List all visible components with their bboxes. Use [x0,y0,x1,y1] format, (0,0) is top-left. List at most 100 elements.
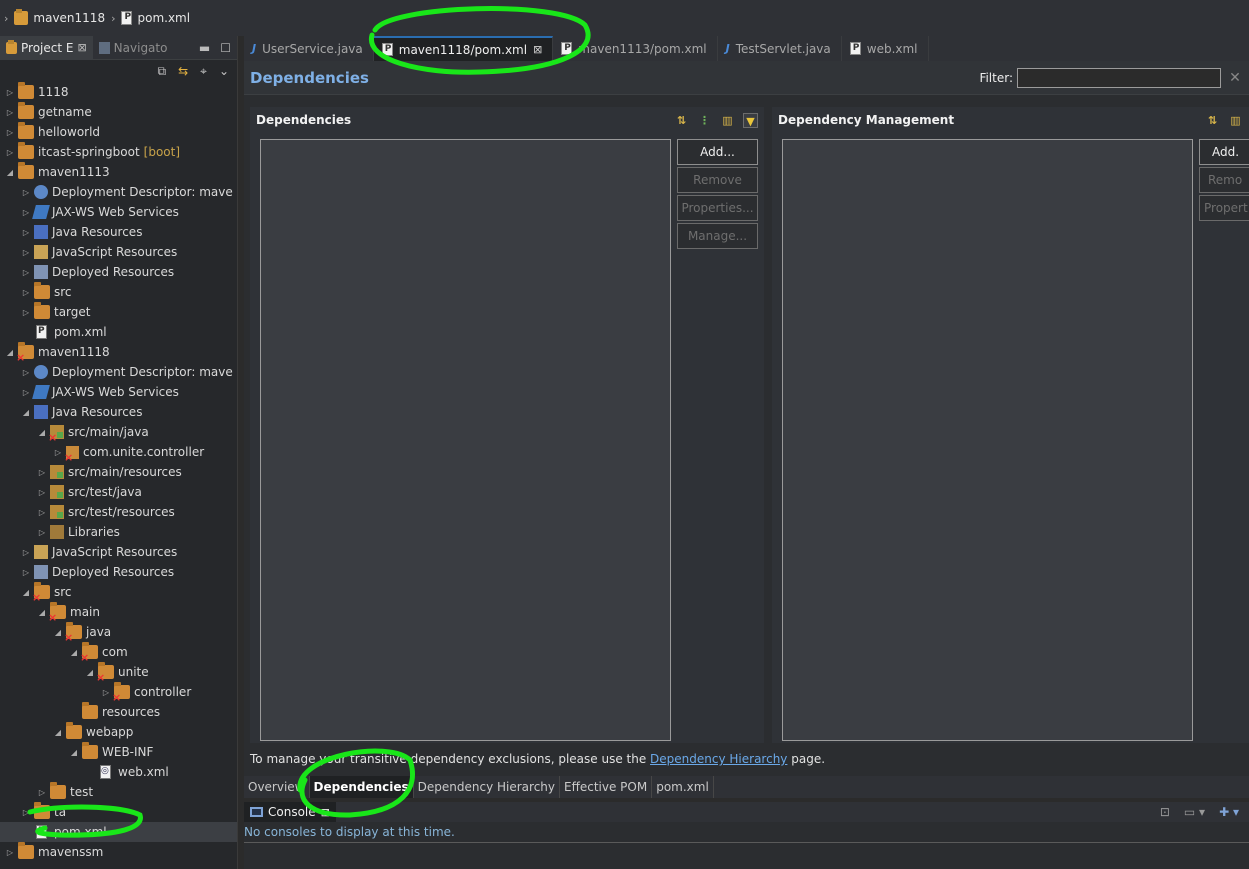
tree-item[interactable]: ▷ getname [0,102,237,122]
collapsed-arrow-icon[interactable]: ▷ [20,368,32,377]
collapsed-arrow-icon[interactable]: ▷ [20,288,32,297]
manage-button[interactable]: Manage... [677,223,758,249]
tree-item[interactable]: pom.xml [0,822,237,842]
collapsed-arrow-icon[interactable]: ▷ [100,688,112,697]
collapsed-arrow-icon[interactable]: ▷ [36,788,48,797]
tree-item[interactable]: ◢ unite [0,662,237,684]
columns-icon[interactable]: ▥ [1228,113,1243,128]
tree-item[interactable]: ▷ Deployment Descriptor: mave [0,182,237,202]
focus-icon[interactable]: ⌖ [200,64,207,79]
tree-item[interactable]: ◢ java [0,622,237,644]
dependencies-list[interactable] [260,139,671,741]
editor-tab[interactable]: J UserService.java [244,36,374,61]
tree-item[interactable]: ◢ maven1113 [0,162,237,182]
tree-item[interactable]: ▷ src/test/resources [0,502,237,522]
open-console-icon[interactable]: ✚ ▾ [1219,805,1239,819]
tree-item[interactable]: ◢ WEB-INF [0,742,237,762]
close-icon[interactable]: ⊠ [533,43,542,56]
tree-item[interactable]: ▷ JAX-WS Web Services [0,202,237,222]
editor-tab[interactable]: maven1113/pom.xml [553,36,718,61]
collapsed-arrow-icon[interactable]: ▷ [20,268,32,277]
tree-item[interactable]: ◢ main [0,602,237,624]
tree-item[interactable]: ▷ Deployed Resources [0,262,237,282]
sort-icon[interactable]: ⇅ [1205,113,1220,128]
tree-item[interactable]: ▷ JavaScript Resources [0,242,237,262]
collapsed-arrow-icon[interactable]: ▷ [20,388,32,397]
tree-item[interactable]: ◢ webapp [0,722,237,742]
clear-filter-icon[interactable]: ✕ [1225,68,1245,88]
collapsed-arrow-icon[interactable]: ▷ [4,108,16,117]
page-tab[interactable]: Overview [244,776,310,798]
collapsed-arrow-icon[interactable]: ▷ [20,188,32,197]
tree-item[interactable]: ▷ JavaScript Resources [0,542,237,562]
tree-item[interactable]: ▷ target [0,302,237,322]
collapsed-arrow-icon[interactable]: ▷ [20,248,32,257]
expanded-arrow-icon[interactable]: ◢ [68,748,80,757]
filter-input[interactable] [1017,67,1221,88]
tree-item[interactable]: pom.xml [0,322,237,342]
show-groupid-icon[interactable]: ⋮ [697,113,712,128]
collapsed-arrow-icon[interactable]: ▷ [4,148,16,157]
tree-item[interactable]: ▷ JAX-WS Web Services [0,382,237,402]
tree-item[interactable]: ▷ controller [0,682,237,704]
tab-console[interactable]: Console ⊠ [244,802,336,822]
page-tab[interactable]: Dependencies [309,776,414,798]
tree-item[interactable]: ◢ src/main/java [0,422,237,444]
pin-console-icon[interactable]: ⊡ [1160,805,1170,819]
columns-icon[interactable]: ▥ [720,113,735,128]
minimize-icon[interactable]: ▬ [199,41,210,55]
tree-item[interactable]: ▷ Deployed Resources [0,562,237,582]
tab-project-explorer[interactable]: Project E ⊠ [0,35,93,60]
collapsed-arrow-icon[interactable]: ▷ [20,568,32,577]
collapsed-arrow-icon[interactable]: ▷ [36,468,48,477]
tree-item[interactable]: ◢ maven1118 [0,342,237,364]
tree-item[interactable]: ▷ ta [0,802,237,822]
tree-item[interactable]: ▷ itcast-springboot [boot] [0,142,237,162]
add-managed-dependency-button[interactable]: Add. [1199,139,1249,165]
tree-item[interactable]: ▷ src [0,282,237,302]
collapsed-arrow-icon[interactable]: ▷ [20,808,32,817]
tree-item[interactable]: resources [0,702,237,722]
sort-icon[interactable]: ⇅ [674,113,689,128]
tree-item[interactable]: web.xml [0,762,237,782]
tree-item[interactable]: ▷ src/main/resources [0,462,237,482]
expanded-arrow-icon[interactable]: ◢ [20,588,32,597]
view-menu-icon[interactable]: ⌄ [219,64,229,78]
expanded-arrow-icon[interactable]: ◢ [36,608,48,617]
page-tab[interactable]: Effective POM [560,776,653,798]
page-tab[interactable]: pom.xml [652,776,714,798]
tree-item[interactable]: ▷ com.unite.controller [0,442,237,464]
breadcrumb-project[interactable]: maven1118 [14,9,105,25]
editor-tab[interactable]: J TestServlet.java [718,36,842,61]
tree-item[interactable]: ▷ mavenssm [0,842,237,862]
add-dependency-button[interactable]: Add... [677,139,758,165]
expanded-arrow-icon[interactable]: ◢ [52,628,64,637]
close-icon[interactable]: ⊠ [77,41,86,54]
tree-item[interactable]: ▷ Java Resources [0,222,237,242]
tree-item[interactable]: ▷ 1118 [0,82,237,102]
tree-item[interactable]: ▷ test [0,782,237,802]
collapsed-arrow-icon[interactable]: ▷ [20,548,32,557]
tree-item[interactable]: ◢ Java Resources [0,402,237,422]
remove-dependency-button[interactable]: Remove [677,167,758,193]
properties-button[interactable]: Properties... [677,195,758,221]
collapsed-arrow-icon[interactable]: ▷ [52,448,64,457]
collapsed-arrow-icon[interactable]: ▷ [4,848,16,857]
expanded-arrow-icon[interactable]: ◢ [84,668,96,677]
editor-tab[interactable]: web.xml [842,36,929,61]
collapse-all-icon[interactable]: ⧉ [158,64,167,79]
link-editor-icon[interactable]: ⇆ [178,64,188,78]
remove-managed-dependency-button[interactable]: Remo [1199,167,1249,193]
page-tab[interactable]: Dependency Hierarchy [414,776,561,798]
collapsed-arrow-icon[interactable]: ▷ [20,228,32,237]
display-console-icon[interactable]: ▭ ▾ [1184,805,1205,819]
collapsed-arrow-icon[interactable]: ▷ [4,128,16,137]
collapsed-arrow-icon[interactable]: ▷ [4,88,16,97]
expanded-arrow-icon[interactable]: ◢ [36,428,48,437]
tab-navigator[interactable]: Navigato [93,36,174,60]
tree-item[interactable]: ▷ Libraries [0,522,237,542]
collapsed-arrow-icon[interactable]: ▷ [36,508,48,517]
tree-item[interactable]: ▷ Deployment Descriptor: mave [0,362,237,382]
expanded-arrow-icon[interactable]: ◢ [20,408,32,417]
tree-item[interactable]: ▷ helloworld [0,122,237,142]
